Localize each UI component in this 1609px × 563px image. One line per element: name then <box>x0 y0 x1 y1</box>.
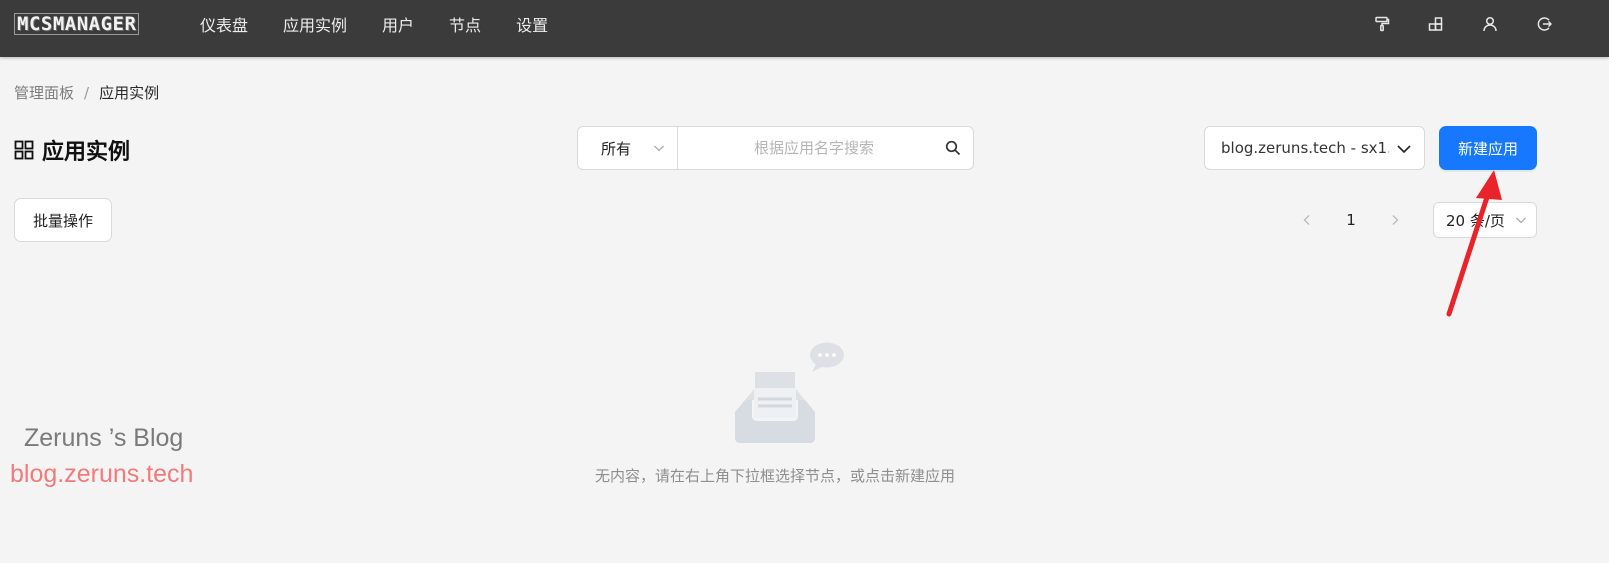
page-size-value: 20 条/页 <box>1446 211 1505 230</box>
user-icon[interactable] <box>1481 15 1499 33</box>
empty-state-message: 无内容，请在右上角下拉框选择节点，或点击新建应用 <box>594 467 955 485</box>
chevron-left-icon <box>1303 215 1310 225</box>
blocks-icon[interactable] <box>1427 15 1445 33</box>
search-box <box>678 127 973 169</box>
chevron-down-icon <box>1397 145 1411 154</box>
grid-icon <box>14 140 34 160</box>
empty-inbox-icon <box>735 342 844 443</box>
status-filter-select[interactable]: 所有 <box>578 127 678 169</box>
create-instance-button[interactable]: 新建应用 <box>1439 126 1537 170</box>
app-logo[interactable]: MCSMANAGER <box>14 13 140 35</box>
node-select-value: blog.zeruns.tech - sx1... <box>1221 139 1389 157</box>
search-icon[interactable] <box>945 140 961 156</box>
top-icon-group <box>1337 0 1553 47</box>
nav-item-nodes[interactable]: 节点 <box>449 12 481 36</box>
paint-roller-icon[interactable] <box>1373 15 1391 33</box>
annotation-arrow <box>1446 170 1502 317</box>
watermark-title: Zeruns ’s Blog <box>24 424 184 452</box>
batch-operation-button[interactable]: 批量操作 <box>14 198 112 242</box>
breadcrumb: 管理面板 / 应用实例 <box>14 82 159 103</box>
search-input[interactable] <box>678 127 973 169</box>
page-number[interactable]: 1 <box>1333 211 1369 229</box>
breadcrumb-separator: / <box>84 83 90 102</box>
chevron-down-icon <box>1516 217 1526 224</box>
nav-item-instances[interactable]: 应用实例 <box>283 12 347 36</box>
nav-item-users[interactable]: 用户 <box>382 12 414 36</box>
page-size-select[interactable]: 20 条/页 <box>1433 202 1537 238</box>
watermark-url: blog.zeruns.tech <box>10 460 194 488</box>
page-title: 应用实例 <box>14 134 130 166</box>
next-page-button[interactable] <box>1381 202 1409 238</box>
pagination: 1 <box>1293 202 1409 238</box>
chevron-right-icon <box>1392 215 1399 225</box>
search-group: 所有 <box>577 126 974 170</box>
breadcrumb-current: 应用实例 <box>99 84 160 102</box>
main-nav: 仪表盘 应用实例 用户 节点 设置 <box>200 0 583 47</box>
node-select[interactable]: blog.zeruns.tech - sx1... <box>1204 126 1425 170</box>
status-filter-value: 所有 <box>601 139 632 158</box>
top-bar: MCSMANAGER 仪表盘 应用实例 用户 节点 设置 <box>0 0 1609 57</box>
logout-icon[interactable] <box>1535 15 1553 33</box>
nav-item-dashboard[interactable]: 仪表盘 <box>200 12 248 36</box>
prev-page-button[interactable] <box>1293 202 1321 238</box>
page-title-text: 应用实例 <box>42 140 131 165</box>
chevron-down-icon <box>654 145 664 152</box>
nav-item-settings[interactable]: 设置 <box>516 12 548 36</box>
breadcrumb-root[interactable]: 管理面板 <box>14 82 74 103</box>
